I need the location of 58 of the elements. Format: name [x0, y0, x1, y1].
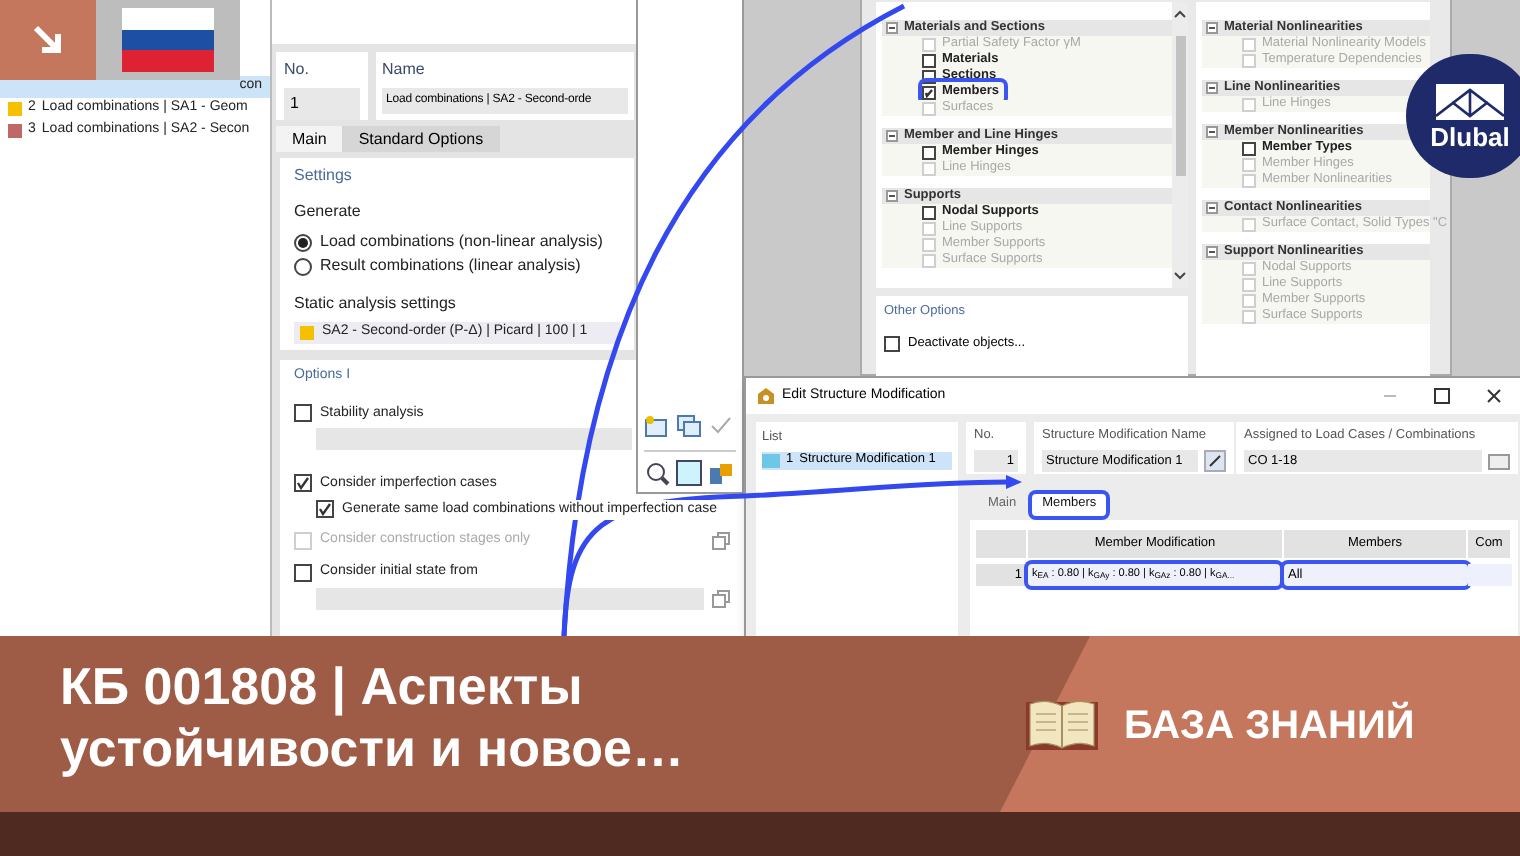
collapse-icon — [1206, 22, 1218, 34]
checkbox[interactable] — [922, 53, 936, 67]
scroll-down-icon — [1174, 272, 1186, 280]
checkbox[interactable] — [922, 85, 936, 99]
copy-icon — [712, 532, 730, 551]
banner-category: БАЗА ЗНАНИЙ — [1124, 699, 1415, 752]
search-icon — [644, 460, 670, 486]
section-title: Settings — [294, 164, 354, 188]
close-icon — [1486, 388, 1502, 404]
copy-icon — [712, 590, 730, 609]
input-field[interactable] — [316, 428, 632, 451]
arrow-icon — [30, 22, 66, 58]
book-icon — [1024, 698, 1100, 754]
color-box-icon — [676, 460, 702, 486]
collapse-icon — [1206, 126, 1218, 138]
checkbox[interactable] — [922, 145, 936, 159]
select-icon — [1488, 449, 1510, 472]
scroll-up-icon — [1174, 10, 1186, 18]
checkbox[interactable] — [922, 205, 936, 219]
option-label: Load combinations (non-linear analysis) — [320, 230, 603, 254]
collapse-icon — [1206, 82, 1218, 94]
collapse-icon — [886, 130, 898, 142]
check-icon — [708, 414, 734, 438]
edit-icon — [1204, 449, 1226, 472]
collapse-icon — [1206, 246, 1218, 258]
checkbox[interactable] — [884, 335, 900, 352]
collapse-icon — [1206, 202, 1218, 214]
banner-title: КБ 001808 | Аспекты устойчивости и новое… — [60, 656, 686, 780]
tab[interactable]: Main — [276, 126, 343, 152]
table-cell — [1468, 564, 1512, 586]
radio-button[interactable] — [294, 233, 312, 251]
checkbox[interactable] — [294, 564, 312, 583]
copy-icon — [676, 414, 702, 438]
radio-button[interactable] — [294, 257, 312, 275]
collapse-icon — [886, 190, 898, 202]
checkbox[interactable] — [316, 500, 334, 519]
flag-icon — [122, 8, 214, 72]
checkbox[interactable] — [294, 404, 312, 423]
scroll-thumb[interactable] — [1175, 35, 1185, 175]
group-label: Static analysis settings — [294, 292, 458, 316]
input-field[interactable] — [316, 588, 704, 611]
checkbox[interactable] — [1242, 141, 1256, 155]
collapse-icon — [886, 22, 898, 34]
logo-icon — [1436, 83, 1504, 119]
table-header — [976, 530, 1028, 558]
field-label: Name — [382, 58, 427, 82]
field-label: No. — [284, 58, 311, 82]
group-label: Generate — [294, 200, 363, 224]
maximize-icon — [1434, 388, 1450, 404]
new-item-icon — [644, 414, 670, 438]
app-icon — [758, 387, 774, 405]
checkbox[interactable] — [294, 474, 312, 493]
tab[interactable]: Standard Options — [342, 126, 500, 152]
number-field[interactable]: 1 — [284, 88, 360, 120]
option-label: Result combinations (linear analysis) — [320, 254, 581, 278]
table-icon — [708, 460, 734, 486]
logo-text: Dlubal — [1430, 123, 1510, 149]
color-swatch — [762, 453, 780, 468]
